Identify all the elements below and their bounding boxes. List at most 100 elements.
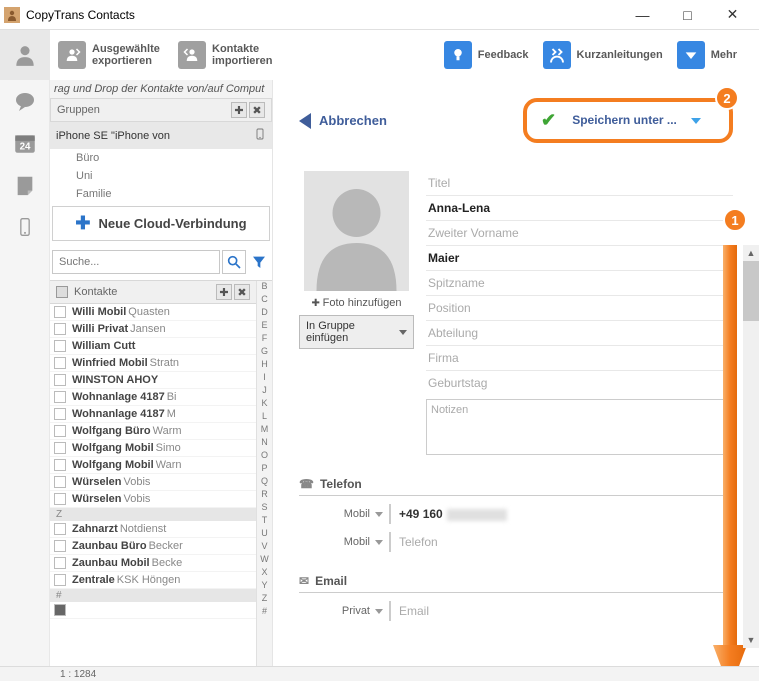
scroll-up[interactable]: ▲ [743,245,759,261]
az-X[interactable]: X [261,567,267,580]
email-value-1[interactable]: Email [389,601,733,621]
more-button[interactable]: Mehr [677,41,737,69]
az-F[interactable]: F [262,333,268,346]
az-D[interactable]: D [261,307,268,320]
az-J[interactable]: J [262,385,267,398]
guides-button[interactable]: Kurzanleitungen [543,41,663,69]
az-G[interactable]: G [261,346,268,359]
new-cloud-button[interactable]: ✚ Neue Cloud-Verbindung [52,206,270,241]
company-field[interactable]: Firma [426,346,733,371]
nav-device[interactable] [0,206,50,248]
contact-row[interactable]: Würselen Vobis [50,491,256,508]
contact-row[interactable]: WINSTON AHOY [50,372,256,389]
title-field[interactable]: Titel [426,171,733,196]
cancel-button[interactable]: Abbrechen [299,113,387,129]
az-index[interactable]: BCDEFGHIJKLMNOPQRSTUVWXYZ# [256,281,272,666]
group-item[interactable]: Uni [50,167,272,185]
contact-checkbox[interactable] [54,493,66,505]
az-L[interactable]: L [262,411,267,424]
az-H[interactable]: H [261,359,268,372]
add-group-button[interactable]: ✚ [231,102,247,118]
delete-contact-button[interactable]: ✖ [234,284,250,300]
add-photo-button[interactable]: Foto hinzufügen [311,297,401,309]
device-row[interactable]: iPhone SE "iPhone von [50,122,272,149]
email-type-1[interactable]: Privat [299,605,389,617]
contact-avatar[interactable] [304,171,409,291]
secondname-field[interactable]: Zweiter Vorname [426,221,733,246]
group-select[interactable]: In Gruppe einfügen [299,315,414,349]
lastname-field[interactable]: Maier [426,246,733,271]
contact-row[interactable]: Wolfgang Mobil Simo [50,440,256,457]
save-as-button[interactable]: ✔ Speichern unter ... [523,98,733,143]
maximize-button[interactable]: □ [665,1,710,29]
phone-type-2[interactable]: Mobil [299,536,389,548]
contact-checkbox[interactable] [54,442,66,454]
contact-checkbox[interactable] [54,323,66,335]
birthday-field[interactable]: Geburtstag [426,371,733,395]
contact-row[interactable]: Zaunbau Mobil Becke [50,555,256,572]
contact-checkbox[interactable] [54,408,66,420]
contact-checkbox[interactable] [54,357,66,369]
az-O[interactable]: O [261,450,268,463]
nav-messages[interactable] [0,80,50,122]
scroll-down[interactable]: ▼ [743,632,759,648]
contact-checkbox[interactable] [54,523,66,535]
import-button[interactable]: Kontakte importieren [178,41,272,69]
az-P[interactable]: P [261,463,267,476]
contact-row[interactable]: William Cutt [50,338,256,355]
add-contact-button[interactable]: ✚ [216,284,232,300]
select-all-checkbox[interactable] [56,286,68,298]
contact-checkbox[interactable] [54,306,66,318]
contact-checkbox[interactable] [54,340,66,352]
feedback-button[interactable]: Feedback [444,41,529,69]
az-C[interactable]: C [261,294,268,307]
contact-row[interactable]: Wohnanlage 4187 M [50,406,256,423]
contact-checkbox[interactable] [54,540,66,552]
notes-field[interactable]: Notizen [426,399,733,455]
az-K[interactable]: K [261,398,267,411]
contact-checkbox[interactable] [54,557,66,569]
az-N[interactable]: N [261,437,268,450]
nav-contacts-icon[interactable] [0,30,50,80]
contact-checkbox[interactable] [54,459,66,471]
az-W[interactable]: W [260,554,269,567]
close-button[interactable]: ✕ [710,1,755,29]
contact-row[interactable] [50,602,256,619]
az-E[interactable]: E [261,320,267,333]
contact-checkbox[interactable] [54,574,66,586]
phone-type-1[interactable]: Mobil [299,508,389,520]
contact-row[interactable]: Zaunbau Büro Becker [50,538,256,555]
nav-notes[interactable] [0,164,50,206]
delete-group-button[interactable]: ✖ [249,102,265,118]
contact-row[interactable]: Wohnanlage 4187 Bi [50,389,256,406]
contact-row[interactable]: Willi Privat Jansen [50,321,256,338]
firstname-field[interactable]: Anna-Lena [426,196,733,221]
scrollbar[interactable]: ▲ ▼ [743,245,759,648]
az-Z[interactable]: Z [262,593,268,606]
contact-row[interactable]: Zentrale KSK Höngen [50,572,256,589]
az-T[interactable]: T [262,515,268,528]
az-Y[interactable]: Y [261,580,267,593]
contact-checkbox[interactable] [54,374,66,386]
az-S[interactable]: S [261,502,267,515]
department-field[interactable]: Abteilung [426,321,733,346]
az-V[interactable]: V [261,541,267,554]
phone-value-2[interactable]: Telefon [389,532,733,552]
az-I[interactable]: I [263,372,266,385]
contact-checkbox[interactable] [54,476,66,488]
filter-button[interactable] [248,250,270,274]
contact-row[interactable]: Willi Mobil Quasten [50,304,256,321]
group-item[interactable]: Büro [50,149,272,167]
phone-value-1[interactable]: +49 160 [389,504,733,524]
contact-row[interactable]: Zahnarzt Notdienst [50,521,256,538]
az-B[interactable]: B [261,281,267,294]
contact-checkbox[interactable] [54,604,66,616]
scroll-thumb[interactable] [743,261,759,321]
contact-list[interactable]: Kontakte ✚ ✖ Willi Mobil QuastenWilli Pr… [50,281,256,666]
contact-row[interactable]: Würselen Vobis [50,474,256,491]
az-U[interactable]: U [261,528,268,541]
contact-row[interactable]: Wolfgang Mobil Warn [50,457,256,474]
contact-checkbox[interactable] [54,425,66,437]
az-R[interactable]: R [261,489,268,502]
contact-row[interactable]: Winfried Mobil Stratn [50,355,256,372]
